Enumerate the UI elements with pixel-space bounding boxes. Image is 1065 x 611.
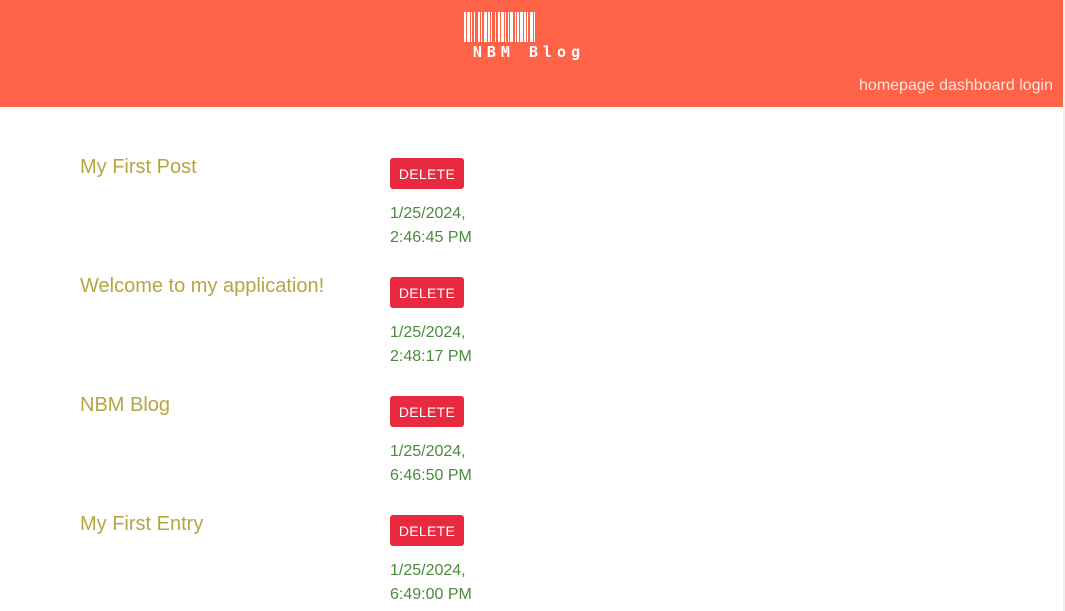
post-date: 1/25/2024, 2:48:17 PM [390, 324, 472, 365]
site-header: NBM Blog homepage dashboard login [0, 0, 1063, 107]
nav-dashboard[interactable]: dashboard [939, 77, 1015, 94]
post-title[interactable]: Welcome to my application! [80, 274, 324, 298]
post-title[interactable]: My First Entry [80, 512, 203, 536]
post-item: NBM Blog DELETE 1/25/2024, 6:46:50 PM [80, 393, 500, 503]
post-date: 1/25/2024, 2:46:45 PM [390, 205, 472, 246]
post-item: Welcome to my application! DELETE 1/25/2… [80, 274, 500, 384]
delete-button[interactable]: DELETE [390, 277, 464, 308]
main-nav: homepage dashboard login [859, 76, 1053, 96]
post-title[interactable]: My First Post [80, 155, 197, 179]
site-logo[interactable]: NBM Blog [462, 12, 596, 62]
dashboard-page: NBM Blog homepage dashboard login My Fir… [0, 0, 1065, 611]
post-title[interactable]: NBM Blog [80, 393, 170, 417]
delete-button[interactable]: DELETE [390, 396, 464, 427]
post-item: My First Post DELETE 1/25/2024, 2:46:45 … [80, 155, 500, 265]
logo-text: NBM Blog [472, 43, 586, 61]
post-date: 1/25/2024, 6:49:00 PM [390, 562, 472, 603]
nav-homepage[interactable]: homepage [859, 77, 935, 94]
post-date: 1/25/2024, 6:46:50 PM [390, 443, 472, 484]
nav-login[interactable]: login [1019, 77, 1053, 94]
delete-button[interactable]: DELETE [390, 158, 464, 189]
delete-button[interactable]: DELETE [390, 515, 464, 546]
post-item: My First Entry DELETE 1/25/2024, 6:49:00… [80, 512, 500, 611]
barcode-icon [464, 12, 535, 42]
